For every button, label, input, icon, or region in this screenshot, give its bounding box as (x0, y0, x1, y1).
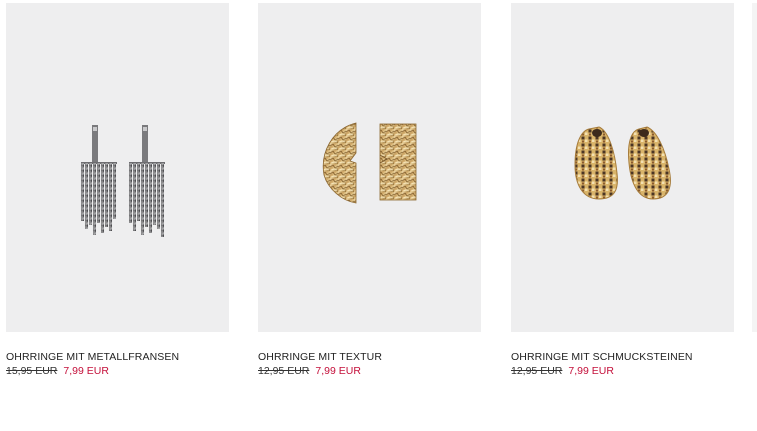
product-card[interactable]: OHRRINGE MIT TEXTUR 12,95 EUR 7,99 EUR (258, 3, 481, 378)
original-price: 12,95 EUR (258, 365, 310, 377)
product-image-link[interactable] (6, 3, 229, 332)
silver-fringe-earrings-image (81, 125, 165, 237)
gold-jewel-stone-earrings-image (574, 126, 671, 200)
price-row: 12,95 EUR 7,99 EUR (511, 365, 734, 378)
product-card[interactable]: OHRRINGE MIT SCHMUCKSTEINEN 12,95 EUR 7,9… (511, 3, 734, 378)
original-price: 12,95 EUR (511, 365, 563, 377)
product-image-link[interactable] (511, 3, 734, 332)
sale-price: 7,99 EUR (315, 365, 361, 377)
product-name[interactable]: OHRRINGE MIT METALLFRANSEN (6, 351, 229, 364)
original-price: 15,95 EUR (6, 365, 58, 377)
product-name[interactable]: OHRRINGE MIT TEXTUR (258, 351, 481, 364)
product-card[interactable]: OHRRINGE MIT METALLFRANSEN 15,95 EUR 7,99… (6, 3, 229, 378)
price-row: 15,95 EUR 7,99 EUR (6, 365, 229, 378)
sale-price: 7,99 EUR (63, 365, 109, 377)
product-image-link[interactable] (258, 3, 481, 332)
sale-price: 7,99 EUR (568, 365, 614, 377)
price-row: 12,95 EUR 7,99 EUR (258, 365, 481, 378)
product-name[interactable]: OHRRINGE MIT SCHMUCKSTEINEN (511, 351, 734, 364)
product-grid: OHRRINGE MIT METALLFRANSEN 15,95 EUR 7,99… (0, 0, 757, 431)
gold-textured-earrings-image (322, 122, 417, 204)
next-product-card-edge (752, 3, 757, 332)
